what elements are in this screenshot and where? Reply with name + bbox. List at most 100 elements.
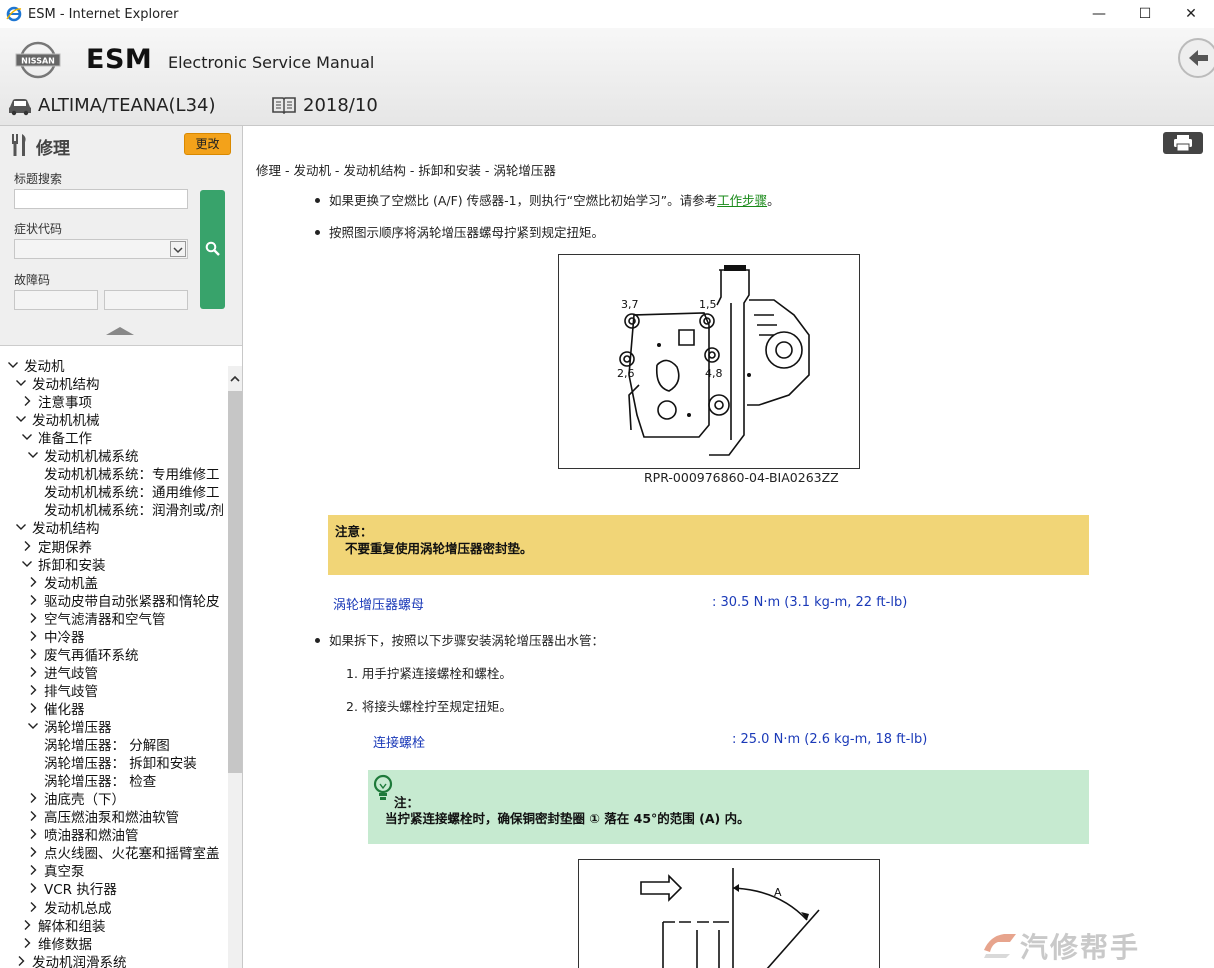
chevron-down-icon[interactable]	[14, 412, 28, 426]
tree-item[interactable]: 发动机总成	[26, 898, 112, 917]
tree-item[interactable]: 发动机结构	[14, 374, 100, 393]
watermark: 汽修帮手	[974, 914, 1214, 968]
maximize-button[interactable]: ☐	[1122, 0, 1168, 28]
chevron-right-icon[interactable]	[26, 683, 40, 697]
tree-item[interactable]: 发动机结构	[14, 518, 100, 537]
chevron-right-icon[interactable]	[20, 936, 34, 950]
chevron-right-icon[interactable]	[26, 629, 40, 643]
tree-item[interactable]: 涡轮增压器	[26, 717, 112, 736]
fig-label-4-8: 4,8	[705, 367, 723, 380]
minimize-button[interactable]: —	[1076, 0, 1122, 28]
tree-item[interactable]: 发动机	[6, 356, 65, 375]
tree-item-label: 注意事项	[38, 395, 92, 412]
scroll-up-icon[interactable]	[228, 369, 242, 389]
work-procedure-link[interactable]: 工作步骤	[717, 193, 767, 208]
search-button[interactable]	[200, 190, 225, 309]
tree-item[interactable]: 油底壳（下）	[26, 789, 125, 809]
change-button[interactable]: 更改	[184, 133, 231, 155]
tree-item[interactable]: 驱动皮带自动张紧器和惰轮皮	[26, 591, 220, 610]
chevron-right-icon[interactable]	[26, 900, 40, 914]
tree-item[interactable]: 准备工作	[20, 428, 92, 447]
tree-item[interactable]: 中冷器	[26, 627, 85, 646]
fig-label-2-6: 2,6	[617, 367, 635, 380]
chevron-right-icon[interactable]	[26, 575, 40, 589]
tree-item[interactable]: 点火线圈、火花塞和摇臂室盖	[26, 843, 220, 862]
section-title: 修理	[36, 139, 70, 159]
tree-item[interactable]: 喷油器和燃油管	[26, 825, 139, 844]
tree-item[interactable]: 真空泵	[26, 861, 85, 880]
step-2: 2. 将接头螺栓拧至规定扭矩。	[346, 699, 512, 714]
chevron-right-icon[interactable]	[20, 394, 34, 408]
chevron-down-icon[interactable]	[14, 520, 28, 534]
chevron-right-icon[interactable]	[26, 701, 40, 715]
chevron-right-icon[interactable]	[26, 845, 40, 859]
chevron-down-icon[interactable]	[20, 557, 34, 571]
tree-item-label: 驱动皮带自动张紧器和惰轮皮	[44, 593, 220, 610]
figure-caption: RPR-000976860-04-BIA0263ZZ	[644, 470, 839, 485]
tree-item[interactable]: 发动机盖	[26, 573, 98, 592]
vehicle-model: ALTIMA/TEANA(L34)	[38, 95, 216, 116]
tree-item-label: 排气歧管	[44, 683, 98, 700]
tree-item[interactable]: 发动机润滑系统	[14, 952, 127, 968]
brand-subtitle: Electronic Service Manual	[168, 53, 375, 72]
chevron-right-icon[interactable]	[26, 791, 40, 805]
tree-item[interactable]: 定期保养	[20, 537, 92, 556]
title-search-input[interactable]	[14, 189, 188, 209]
chevron-down-icon[interactable]	[20, 430, 34, 444]
book-icon	[272, 97, 296, 114]
tree-item[interactable]: 进气歧管	[26, 663, 98, 682]
tree-item[interactable]: 涡轮增压器： 检查	[44, 771, 157, 791]
tree-item[interactable]: 发动机机械	[14, 410, 100, 429]
chevron-right-icon[interactable]	[14, 954, 28, 968]
chevron-down-icon[interactable]	[6, 358, 20, 372]
step-1: 1. 用手拧紧连接螺栓和螺栓。	[346, 666, 512, 681]
chevron-right-icon[interactable]	[26, 881, 40, 895]
symptom-code-select[interactable]	[14, 239, 188, 259]
tree-item[interactable]: 高压燃油泵和燃油软管	[26, 807, 179, 826]
tree-item[interactable]: 拆卸和安装	[20, 555, 106, 574]
chevron-down-icon[interactable]	[26, 719, 40, 733]
bullet-text: 按照图示顺序将涡轮增压器螺母拧紧到规定扭矩。	[329, 225, 605, 240]
chevron-right-icon[interactable]	[26, 647, 40, 661]
chevron-down-icon[interactable]	[26, 448, 40, 462]
tree-item[interactable]: 涡轮增压器： 分解图	[44, 735, 170, 754]
tree-item-label: 发动机总成	[44, 900, 112, 917]
tree-item-label: 涡轮增压器： 检查	[44, 774, 157, 791]
dtc-input-1[interactable]	[14, 290, 98, 310]
dtc-input-2[interactable]	[104, 290, 188, 310]
chevron-right-icon[interactable]	[26, 863, 40, 877]
chevron-right-icon[interactable]	[26, 611, 40, 625]
chevron-right-icon[interactable]	[20, 918, 34, 932]
tree-item-label: 涡轮增压器： 拆卸和安装	[44, 756, 197, 773]
watermark-text: 汽修帮手	[1020, 931, 1141, 964]
tree-scrollbar-thumb[interactable]	[228, 391, 242, 773]
chevron-right-icon[interactable]	[26, 665, 40, 679]
print-button[interactable]	[1163, 132, 1203, 154]
chevron-right-icon[interactable]	[26, 809, 40, 823]
back-button[interactable]	[1178, 38, 1214, 78]
tree-item[interactable]: 发动机机械系统	[26, 446, 139, 465]
toc-tree: 发动机 发动机结构 注意事项 发动机机械 准备工作 发动机机械系统 发动机机械系统：专用维修…	[0, 356, 228, 968]
tree-item[interactable]: 废气再循环系统	[26, 645, 139, 664]
app-header: NISSAN ESM Electronic Service Manual ALT…	[0, 28, 1214, 126]
tree-item[interactable]: 排气歧管	[26, 681, 98, 700]
tree-item[interactable]: 注意事项	[20, 392, 92, 412]
collapse-search-toggle[interactable]	[106, 327, 134, 335]
close-button[interactable]: ✕	[1168, 0, 1214, 28]
fig-label-3-7: 3,7	[621, 298, 639, 311]
tree-item[interactable]: 发动机机械系统：通用维修工	[44, 482, 220, 501]
tree-item[interactable]: 发动机机械系统：专用维修工	[44, 464, 220, 483]
tree-item[interactable]: 发动机机械系统：润滑剂或/剂	[44, 500, 224, 519]
tree-item[interactable]: 涡轮增压器： 拆卸和安装	[44, 753, 197, 773]
tree-item[interactable]: VCR 执行器	[26, 879, 117, 898]
tree-item[interactable]: 空气滤清器和空气管	[26, 609, 166, 628]
chevron-right-icon[interactable]	[26, 827, 40, 841]
tree-item-label: 油底壳（下）	[44, 792, 125, 809]
tree-item[interactable]: 催化器	[26, 699, 85, 718]
tree-item[interactable]: 解体和组装	[20, 916, 106, 935]
chevron-right-icon[interactable]	[26, 593, 40, 607]
chevron-right-icon[interactable]	[20, 539, 34, 553]
tree-item[interactable]: 维修数据	[20, 934, 92, 953]
car-icon	[9, 99, 31, 116]
chevron-down-icon[interactable]	[14, 376, 28, 390]
